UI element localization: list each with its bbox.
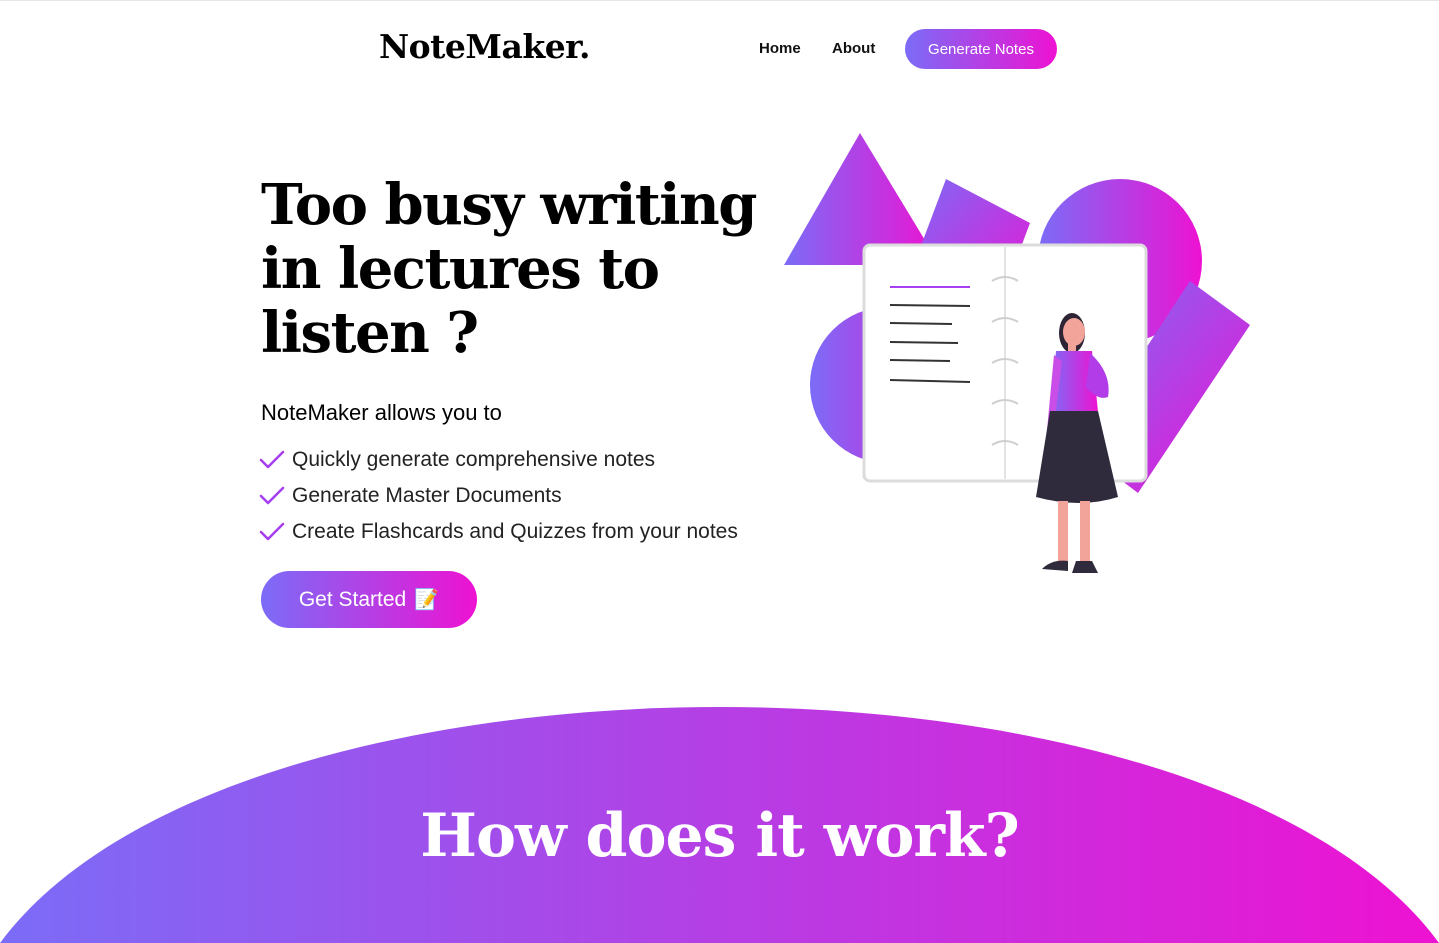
hero-subtitle: NoteMaker allows you to xyxy=(261,400,502,425)
generate-notes-button[interactable]: Generate Notes xyxy=(905,29,1057,69)
feature-item: Quickly generate comprehensive notes xyxy=(258,442,738,478)
feature-text: Create Flashcards and Quizzes from your … xyxy=(292,520,738,543)
feature-list: Quickly generate comprehensive notes Gen… xyxy=(258,442,738,550)
feature-item: Create Flashcards and Quizzes from your … xyxy=(258,514,738,550)
site-logo[interactable]: NoteMaker. xyxy=(379,27,591,66)
checkmark-icon xyxy=(259,450,285,469)
checkmark-icon xyxy=(259,486,285,505)
how-it-works-title: How does it work? xyxy=(420,801,1019,871)
checkmark-icon xyxy=(259,522,285,541)
hero-title: Too busy writing in lectures to listen ? xyxy=(261,172,757,366)
get-started-button[interactable]: Get Started 📝 xyxy=(261,571,477,628)
nav-link-about[interactable]: About xyxy=(832,40,875,57)
woman-with-notebook-illustration xyxy=(784,133,1250,573)
feature-text: Generate Master Documents xyxy=(292,484,562,507)
feature-text: Quickly generate comprehensive notes xyxy=(292,448,656,471)
nav-link-home[interactable]: Home xyxy=(759,40,801,57)
memo-emoji-icon: 📝 xyxy=(414,589,440,611)
feature-item: Generate Master Documents xyxy=(258,478,738,514)
get-started-label: Get Started xyxy=(298,587,407,611)
